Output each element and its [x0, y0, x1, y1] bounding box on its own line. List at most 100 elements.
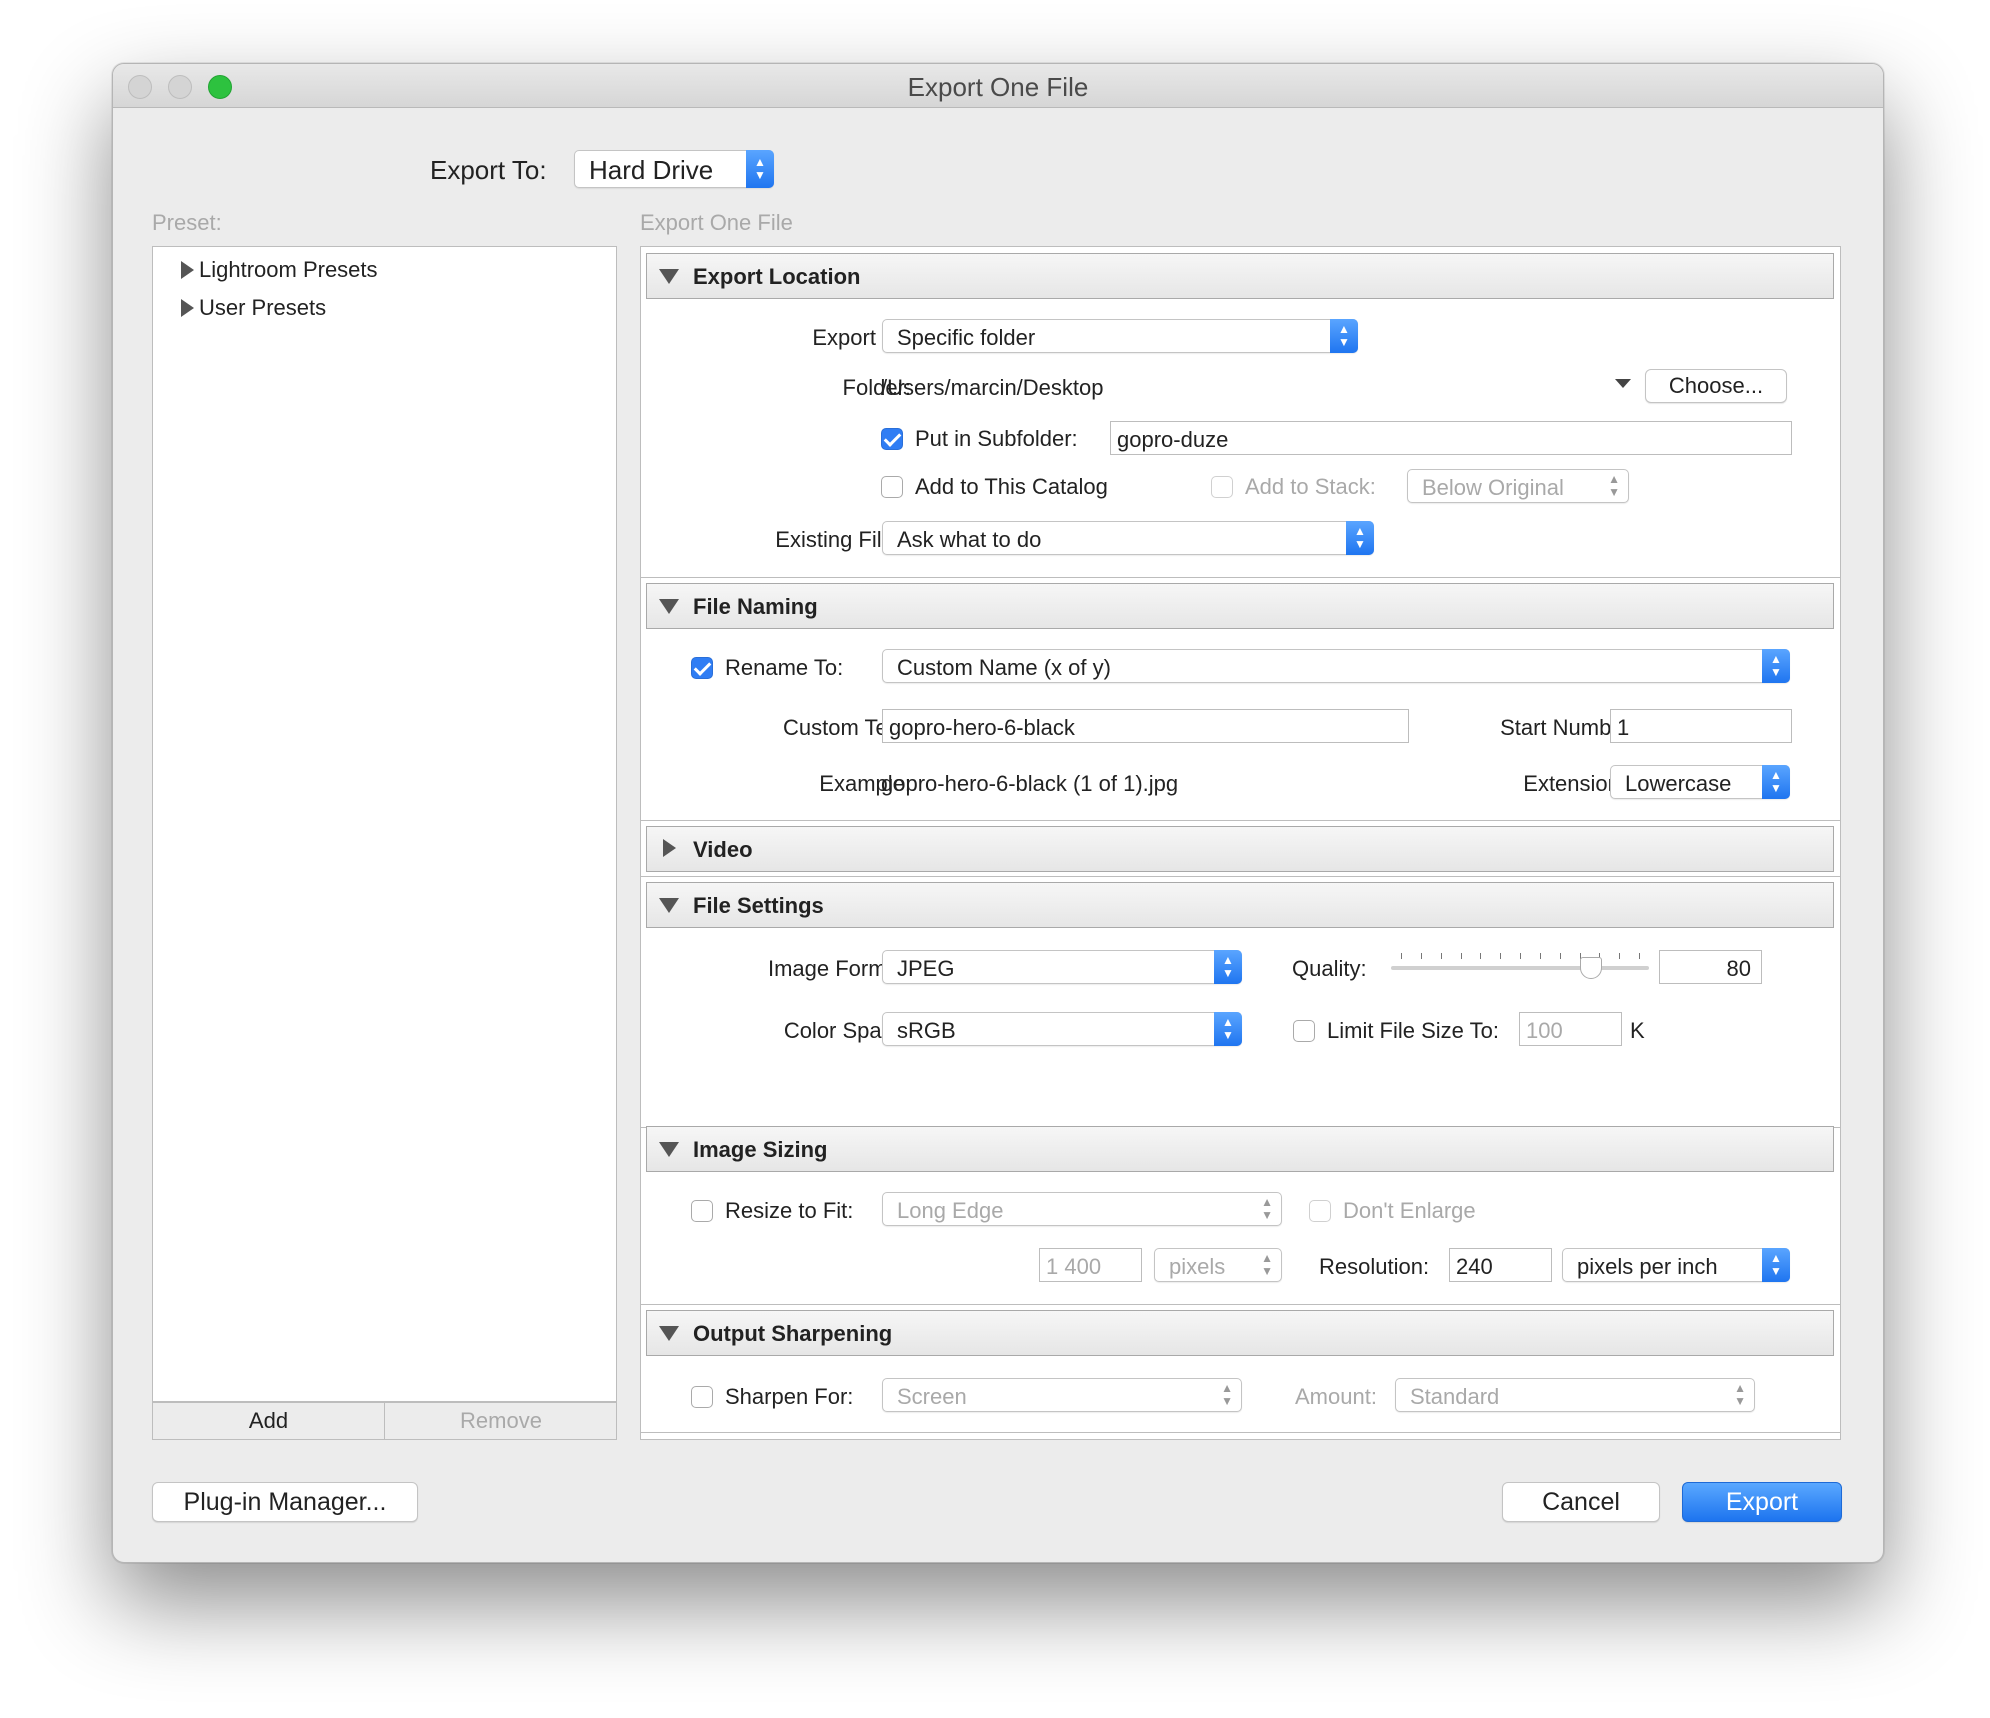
export-button[interactable]: Export	[1682, 1482, 1842, 1522]
quality-label: Quality:	[1292, 956, 1367, 981]
folder-path: /Users/marcin/Desktop	[881, 375, 1104, 400]
add-preset-button[interactable]: Add	[153, 1403, 385, 1439]
title-bar: Export One File	[113, 64, 1883, 108]
resize-unit-select[interactable]: pixels ▲ ▼	[1154, 1248, 1282, 1282]
slider-tick	[1639, 953, 1640, 959]
disclosure-triangle-icon	[181, 261, 194, 279]
disclosure-triangle-icon	[659, 599, 679, 614]
add-to-catalog-checkbox[interactable]	[881, 476, 903, 498]
start-number-label: Start Number:	[1500, 715, 1637, 740]
section-image-sizing[interactable]: Image Sizing	[646, 1126, 1834, 1172]
resize-size-input[interactable]: 1 400	[1039, 1248, 1142, 1282]
extensions-label: Extensions:	[1523, 771, 1637, 796]
section-export-location[interactable]: Export Location	[646, 253, 1834, 299]
slider-tick	[1619, 953, 1621, 959]
chevron-updown-icon: ▲ ▼	[1762, 1248, 1790, 1282]
start-number-input[interactable]: 1	[1610, 709, 1792, 743]
rename-template-select[interactable]: Custom Name (x of y) ▲ ▼	[882, 649, 1790, 683]
slider-tick	[1520, 953, 1521, 959]
chevron-updown-icon: ▲ ▼	[1261, 1195, 1273, 1222]
add-to-stack-checkbox[interactable]	[1211, 476, 1233, 498]
section-file-settings[interactable]: File Settings	[646, 882, 1834, 928]
window-title: Export One File	[907, 72, 1089, 102]
chevron-updown-icon: ▲ ▼	[1762, 765, 1790, 799]
folder-history-icon[interactable]	[1615, 379, 1631, 388]
rename-label: Rename To:	[725, 655, 844, 680]
preset-label: Preset:	[152, 210, 222, 235]
subfolder-input[interactable]: gopro-duze	[1110, 421, 1792, 455]
amount-label: Amount:	[1295, 1384, 1377, 1409]
color-space-select[interactable]: sRGB ▲ ▼	[882, 1012, 1242, 1046]
chevron-updown-icon: ▲ ▼	[1214, 1012, 1242, 1046]
export-to-value: Hard Drive	[589, 155, 714, 185]
chevron-updown-icon: ▲ ▼	[1608, 472, 1620, 499]
example-value: gopro-hero-6-black (1 of 1).jpg	[881, 771, 1179, 796]
disclosure-triangle-icon	[659, 1142, 679, 1157]
chevron-updown-icon: ▲ ▼	[1330, 319, 1358, 353]
amount-select[interactable]: Standard ▲ ▼	[1395, 1378, 1755, 1412]
disclosure-triangle-icon	[659, 1326, 679, 1341]
custom-text-label: Custom Text:	[783, 715, 911, 740]
slider-tick	[1480, 953, 1482, 959]
custom-text-input[interactable]: gopro-hero-6-black	[882, 709, 1409, 743]
disclosure-triangle-icon	[181, 299, 194, 317]
chevron-updown-icon: ▲ ▼	[746, 150, 774, 188]
settings-heading: Export One File	[640, 210, 793, 235]
add-to-stack-label: Add to Stack:	[1245, 474, 1376, 499]
choose-folder-button[interactable]: Choose...	[1645, 369, 1787, 403]
slider-tick	[1440, 953, 1442, 959]
resolution-input[interactable]: 240	[1449, 1248, 1552, 1282]
cancel-button[interactable]: Cancel	[1502, 1482, 1660, 1522]
disclosure-triangle-icon	[659, 269, 679, 284]
chevron-updown-icon: ▲ ▼	[1762, 649, 1790, 683]
preset-item-user[interactable]: User Presets	[181, 295, 326, 321]
rename-checkbox[interactable]	[691, 657, 713, 679]
section-output-sharpening[interactable]: Output Sharpening	[646, 1310, 1834, 1356]
disclosure-triangle-icon	[659, 898, 679, 913]
chevron-updown-icon: ▲ ▼	[1261, 1251, 1273, 1278]
existing-files-label: Existing Files:	[775, 527, 911, 552]
chevron-updown-icon: ▲ ▼	[1214, 950, 1242, 984]
sharpen-for-select[interactable]: Screen ▲ ▼	[882, 1378, 1242, 1412]
resize-to-fit-checkbox[interactable]	[691, 1200, 713, 1222]
extensions-select[interactable]: Lowercase ▲ ▼	[1610, 765, 1790, 799]
preset-item-lightroom[interactable]: Lightroom Presets	[181, 257, 378, 283]
resize-mode-select[interactable]: Long Edge ▲ ▼	[882, 1192, 1282, 1226]
sharpen-for-checkbox[interactable]	[691, 1386, 713, 1408]
chevron-updown-icon: ▲ ▼	[1221, 1381, 1233, 1408]
example-label: Example:	[819, 771, 911, 796]
dont-enlarge-label: Don't Enlarge	[1343, 1198, 1476, 1223]
slider-tick	[1559, 953, 1561, 959]
subfolder-checkbox[interactable]	[881, 428, 903, 450]
slider-tick	[1500, 953, 1502, 959]
section-video[interactable]: Video	[646, 826, 1834, 872]
chevron-updown-icon: ▲ ▼	[1734, 1381, 1746, 1408]
section-file-naming[interactable]: File Naming	[646, 583, 1834, 629]
resize-to-fit-label: Resize to Fit:	[725, 1198, 854, 1223]
add-to-catalog-label: Add to This Catalog	[915, 474, 1108, 499]
limit-file-size-input[interactable]: 100	[1519, 1012, 1622, 1046]
preset-buttons: Add Remove	[152, 1402, 617, 1440]
disclosure-triangle-icon	[663, 839, 676, 857]
stack-position-select[interactable]: Below Original ▲ ▼	[1407, 469, 1629, 503]
limit-file-size-unit: K	[1630, 1018, 1645, 1043]
quality-slider[interactable]	[1391, 947, 1649, 987]
slider-tick	[1401, 953, 1402, 959]
quality-input[interactable]: 80	[1659, 950, 1762, 984]
limit-file-size-label: Limit File Size To:	[1327, 1018, 1499, 1043]
plugin-manager-button[interactable]: Plug-in Manager...	[152, 1482, 418, 1522]
remove-preset-button[interactable]: Remove	[385, 1403, 617, 1439]
existing-files-select[interactable]: Ask what to do ▲ ▼	[882, 521, 1374, 555]
limit-file-size-checkbox[interactable]	[1293, 1020, 1315, 1042]
resolution-label: Resolution:	[1319, 1254, 1430, 1279]
dont-enlarge-checkbox[interactable]	[1309, 1200, 1331, 1222]
slider-tick	[1539, 953, 1541, 959]
color-space-label: Color Space:	[783, 1018, 911, 1043]
subfolder-label: Put in Subfolder:	[915, 426, 1078, 451]
export-to-select[interactable]: Hard Drive ▲ ▼	[574, 150, 774, 188]
image-format-select[interactable]: JPEG ▲ ▼	[882, 950, 1242, 984]
resolution-unit-select[interactable]: pixels per inch ▲ ▼	[1562, 1248, 1790, 1282]
sharpen-for-label: Sharpen For:	[725, 1384, 854, 1409]
location-export-to-select[interactable]: Specific folder ▲ ▼	[882, 319, 1358, 353]
slider-knob[interactable]	[1579, 957, 1602, 979]
